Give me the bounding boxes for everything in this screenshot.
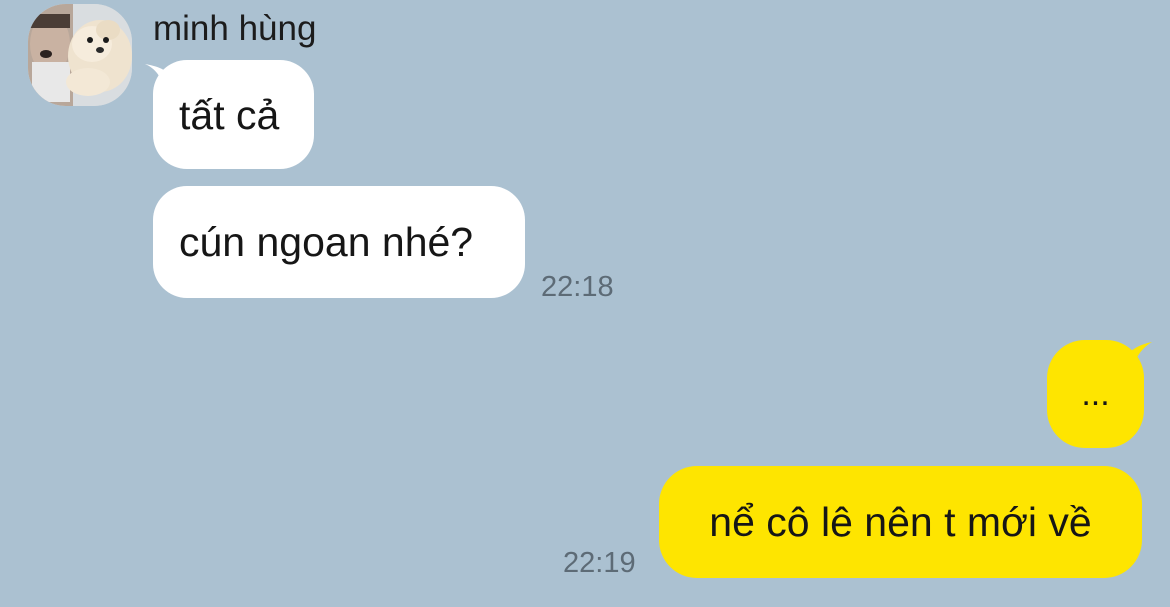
- outgoing-message-bubble[interactable]: ...: [1047, 340, 1144, 448]
- message-text: nể cô lê nên t mới về: [709, 499, 1092, 545]
- outgoing-message-bubble[interactable]: nể cô lê nên t mới về: [659, 466, 1142, 578]
- profile-photo-dog-icon: [28, 4, 132, 106]
- sender-name: minh hùng: [153, 9, 317, 48]
- message-text: ...: [1081, 375, 1110, 413]
- message-timestamp: 22:18: [541, 271, 614, 303]
- chat-area: minh hùng tất cả cún ngoan nhé? 22:18 ..…: [0, 0, 1170, 607]
- message-text: tất cả: [179, 91, 280, 138]
- incoming-message-bubble[interactable]: tất cả: [153, 60, 314, 169]
- message-text: cún ngoan nhé?: [179, 219, 474, 265]
- message-timestamp: 22:19: [563, 547, 636, 579]
- incoming-message-bubble[interactable]: cún ngoan nhé?: [153, 186, 525, 298]
- avatar[interactable]: [28, 4, 132, 106]
